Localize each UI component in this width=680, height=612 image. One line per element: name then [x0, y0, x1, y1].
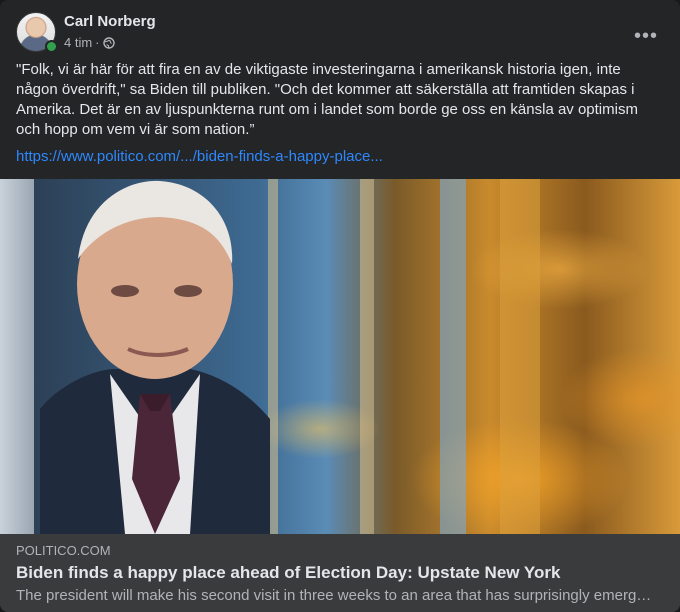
more-options-button[interactable]: ••• — [628, 18, 664, 54]
meta-separator: · — [95, 35, 100, 50]
avatar[interactable] — [16, 12, 58, 53]
author-name[interactable]: Carl Norberg — [64, 13, 156, 30]
preview-description: The president will make his second visit… — [16, 587, 652, 604]
preview-domain: POLITICO.COM — [16, 543, 111, 558]
preview-headline[interactable]: Biden finds a happy place ahead of Elect… — [16, 563, 560, 583]
article-link[interactable]: https://www.politico.com/.../biden-finds… — [16, 148, 383, 165]
image-column — [500, 179, 540, 534]
post-timestamp[interactable]: 4 tim — [64, 35, 92, 50]
post-text: "Folk, vi är här för att fira en av de v… — [16, 61, 638, 138]
image-pillar — [0, 179, 34, 534]
feed-post: Carl Norberg 4 tim · ••• "Folk, vi är hä… — [0, 0, 680, 612]
online-status-icon — [45, 40, 58, 53]
article-image[interactable] — [0, 179, 680, 534]
post-header: Carl Norberg 4 tim · ••• — [16, 12, 664, 54]
post-meta: 4 tim · — [64, 35, 115, 50]
globe-icon — [102, 36, 115, 49]
more-icon: ••• — [633, 24, 658, 47]
link-preview[interactable]: POLITICO.COM Biden finds a happy place a… — [0, 534, 680, 612]
image-column — [440, 179, 466, 534]
portrait — [40, 180, 270, 534]
image-column — [360, 179, 374, 534]
